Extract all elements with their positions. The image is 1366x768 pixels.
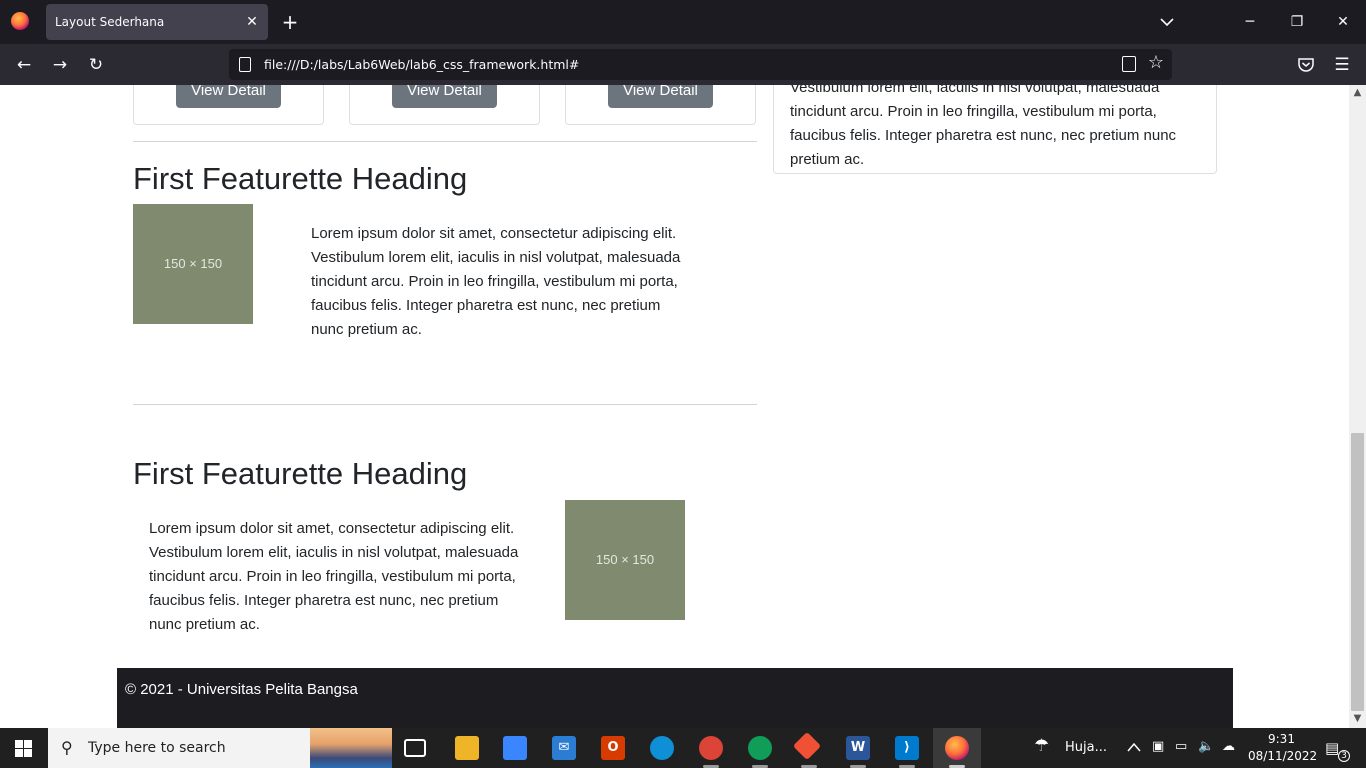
scroll-down-arrow-icon[interactable]: ▼ bbox=[1352, 713, 1363, 724]
browser-tab-bar: Layout Sederhana ✕ + ─ ❐ ✕ bbox=[0, 0, 1366, 44]
office-icon[interactable]: O bbox=[601, 736, 625, 760]
featurette-text: Lorem ipsum dolor sit amet, consectetur … bbox=[311, 225, 681, 338]
vertical-scrollbar[interactable]: ▲ ▼ bbox=[1349, 85, 1366, 728]
view-detail-button[interactable]: View Detail bbox=[608, 85, 713, 108]
featurette-heading: First Featurette Heading bbox=[133, 161, 468, 196]
weather-label[interactable]: Huja... bbox=[1065, 740, 1107, 755]
sidebar-panel: Vestibulum lorem elit, iaculis in nisl v… bbox=[773, 85, 1217, 174]
minimize-button[interactable]: ─ bbox=[1238, 10, 1262, 34]
sidebar-text: Vestibulum lorem elit, iaculis in nisl v… bbox=[790, 85, 1177, 168]
rain-weather-icon[interactable]: ☂ bbox=[1034, 736, 1049, 756]
url-text[interactable]: file:///D:/labs/Lab6Web/lab6_css_framewo… bbox=[264, 57, 579, 72]
footer-copyright: © 2021 - Universitas Pelita Bangsa bbox=[125, 681, 358, 698]
task-view-icon[interactable] bbox=[404, 739, 426, 757]
browser-tab[interactable]: Layout Sederhana ✕ bbox=[46, 4, 268, 40]
search-highlight-image bbox=[310, 728, 392, 768]
chevron-up-icon[interactable] bbox=[1127, 742, 1141, 752]
mail-icon[interactable]: ✉ bbox=[552, 736, 576, 760]
clock-time[interactable]: 9:31 bbox=[1268, 732, 1295, 746]
firefox-taskbar-icon[interactable] bbox=[945, 736, 969, 760]
windows-taskbar: ⚲ Type here to search ✉ O W ⟩ ☂ Huja... … bbox=[0, 728, 1366, 768]
reader-view-icon[interactable] bbox=[1122, 56, 1136, 72]
notification-count: 3 bbox=[1338, 750, 1350, 762]
firefox-icon[interactable] bbox=[11, 12, 29, 30]
microsoft-store-icon[interactable] bbox=[503, 736, 527, 760]
divider bbox=[133, 141, 757, 142]
chrome-profile-icon[interactable] bbox=[748, 736, 772, 760]
placeholder-image: 150 × 150 bbox=[565, 500, 685, 620]
vscode-icon[interactable]: ⟩ bbox=[895, 736, 919, 760]
placeholder-image: 150 × 150 bbox=[133, 204, 253, 324]
meet-now-icon[interactable]: ▣ bbox=[1152, 739, 1164, 754]
back-icon[interactable]: ← bbox=[12, 53, 36, 77]
page-footer: © 2021 - Universitas Pelita Bangsa bbox=[117, 668, 1233, 728]
view-detail-button[interactable]: View Detail bbox=[176, 85, 281, 108]
menu-icon[interactable]: ☰ bbox=[1330, 53, 1354, 77]
restore-button[interactable]: ❐ bbox=[1285, 10, 1309, 34]
windows-start-icon[interactable] bbox=[15, 740, 32, 757]
git-icon[interactable] bbox=[792, 731, 822, 761]
pocket-icon[interactable] bbox=[1297, 56, 1315, 74]
taskbar-search-box[interactable]: ⚲ Type here to search bbox=[48, 728, 392, 768]
tab-title: Layout Sederhana bbox=[55, 15, 165, 29]
clock-date[interactable]: 08/11/2022 bbox=[1248, 749, 1317, 763]
chrome-icon[interactable] bbox=[699, 736, 723, 760]
view-detail-button[interactable]: View Detail bbox=[392, 85, 497, 108]
browser-nav-bar: ← → ↻ file:///D:/labs/Lab6Web/lab6_css_f… bbox=[0, 44, 1366, 85]
battery-icon[interactable]: ▭ bbox=[1175, 739, 1187, 754]
volume-icon[interactable]: 🔈 bbox=[1198, 739, 1214, 754]
featurette-heading: First Featurette Heading bbox=[133, 456, 468, 491]
scroll-thumb[interactable] bbox=[1351, 433, 1364, 711]
page-viewport: View Detail View Detail View Detail Vest… bbox=[0, 85, 1349, 728]
new-tab-button[interactable]: + bbox=[279, 11, 301, 33]
search-placeholder: Type here to search bbox=[88, 740, 226, 756]
page-icon bbox=[239, 57, 251, 72]
close-window-button[interactable]: ✕ bbox=[1331, 10, 1355, 34]
featurette-text: Lorem ipsum dolor sit amet, consectetur … bbox=[149, 520, 519, 633]
scroll-up-arrow-icon[interactable]: ▲ bbox=[1352, 87, 1363, 98]
file-explorer-icon[interactable] bbox=[455, 736, 479, 760]
search-icon: ⚲ bbox=[61, 738, 73, 757]
url-bar[interactable]: file:///D:/labs/Lab6Web/lab6_css_framewo… bbox=[229, 49, 1172, 80]
bookmark-star-icon[interactable]: ☆ bbox=[1148, 52, 1164, 73]
reload-icon[interactable]: ↻ bbox=[84, 53, 108, 77]
edge-icon[interactable] bbox=[650, 736, 674, 760]
close-tab-icon[interactable]: ✕ bbox=[242, 12, 262, 32]
onedrive-cloud-icon[interactable]: ☁ bbox=[1222, 739, 1235, 754]
forward-icon[interactable]: → bbox=[48, 53, 72, 77]
tab-list-chevron-icon[interactable] bbox=[1157, 12, 1177, 32]
divider bbox=[133, 404, 757, 405]
word-icon[interactable]: W bbox=[846, 736, 870, 760]
